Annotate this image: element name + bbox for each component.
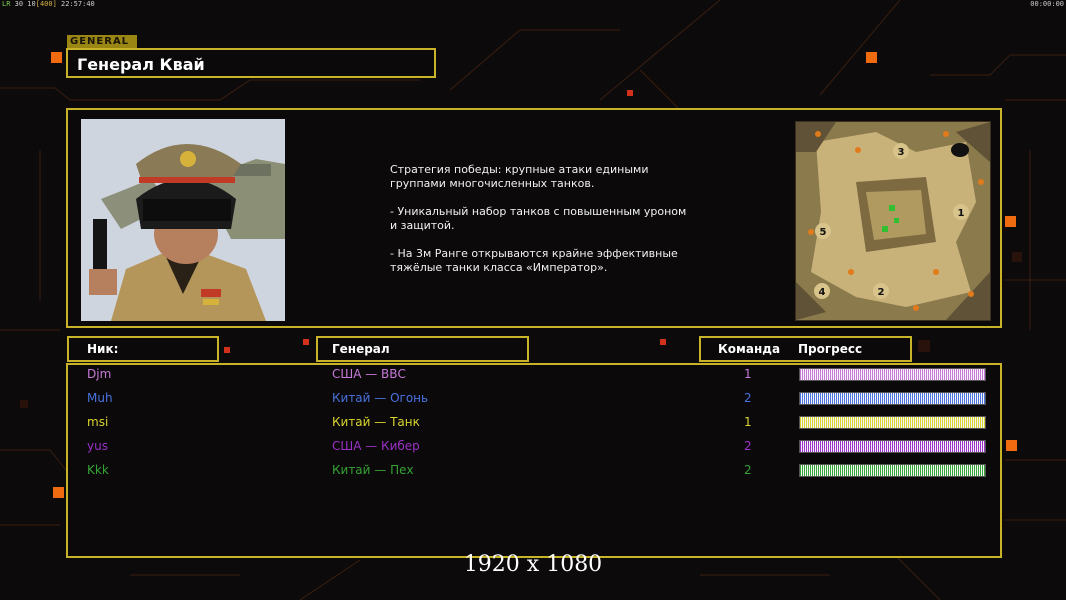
player-nick: yus [87,439,108,453]
player-progress-fill [800,465,985,476]
description-tanks: - Уникальный набор танков с повышенным у… [390,205,687,232]
player-progress-fill [800,441,985,452]
player-team: 2 [744,391,752,405]
player-team: 1 [744,415,752,429]
player-row: yus США — Кибер 2 [68,437,1000,461]
players-list: Djm США — ВВС 1 Muh Китай — Огонь 2 msi Китай —… [66,363,1002,558]
player-team: 2 [744,439,752,453]
player-progress-fill [800,417,985,428]
player-nick: Kkk [87,463,109,477]
general-tag: GENERAL [67,35,137,48]
general-title-box: Генерал Квай [66,48,436,78]
header-progress-label: Прогресс [798,342,863,356]
header-general: Генерал [316,336,529,362]
general-description: Стратегия победы: крупные атаки едиными … [390,163,710,289]
player-progress-fill [800,393,985,404]
header-team-progress: Команда Прогресс [699,336,912,362]
status-limit: [400] [35,0,57,8]
status-timer: 00:00:00 [1030,0,1064,8]
start-position-2: 2 [878,287,885,298]
player-general: США — ВВС [332,367,406,381]
start-position-3: 3 [898,147,905,158]
player-row: Muh Китай — Огонь 2 [68,389,1000,413]
player-nick: Muh [87,391,113,405]
player-general: Китай — Пех [332,463,414,477]
header-general-label: Генерал [332,342,390,356]
status-bar-left: LR 30 10[400] 22:57:40 [2,0,95,8]
player-progress-bar [799,440,986,453]
player-progress-bar [799,368,986,381]
player-progress-bar [799,392,986,405]
resolution-label: 1920 x 1080 [463,552,603,577]
player-row: msi Китай — Танк 1 [68,413,1000,437]
status-counts: 30 10 [14,0,36,8]
player-nick: msi [87,415,109,429]
player-nick: Djm [87,367,112,381]
player-row: Djm США — ВВС 1 [68,365,1000,389]
minimap: 3 1 5 4 2 [795,121,991,321]
player-progress-bar [799,416,986,429]
start-position-1: 1 [958,208,965,219]
general-portrait [81,119,285,321]
header-team-label: Команда [718,342,781,356]
general-info-panel: Стратегия победы: крупные атаки едиными … [66,108,1002,328]
start-position-4: 4 [819,287,826,298]
player-general: Китай — Огонь [332,391,429,405]
player-general: Китай — Танк [332,415,420,429]
player-general: США — Кибер [332,439,420,453]
status-prefix: LR [2,0,11,8]
player-row: Kkk Китай — Пех 2 [68,461,1000,485]
header-nick-label: Ник: [87,342,119,356]
player-team: 1 [744,367,752,381]
start-position-5: 5 [820,227,827,238]
player-progress-fill [800,369,985,380]
description-strategy: Стратегия победы: крупные атаки едиными … [390,163,649,190]
player-team: 2 [744,463,752,477]
status-clock: 22:57:40 [61,0,95,8]
player-progress-bar [799,464,986,477]
header-nick: Ник: [67,336,219,362]
general-name: Генерал Квай [77,55,205,74]
description-emperor: - На 3м Ранге открываются крайне эффекти… [390,247,678,274]
